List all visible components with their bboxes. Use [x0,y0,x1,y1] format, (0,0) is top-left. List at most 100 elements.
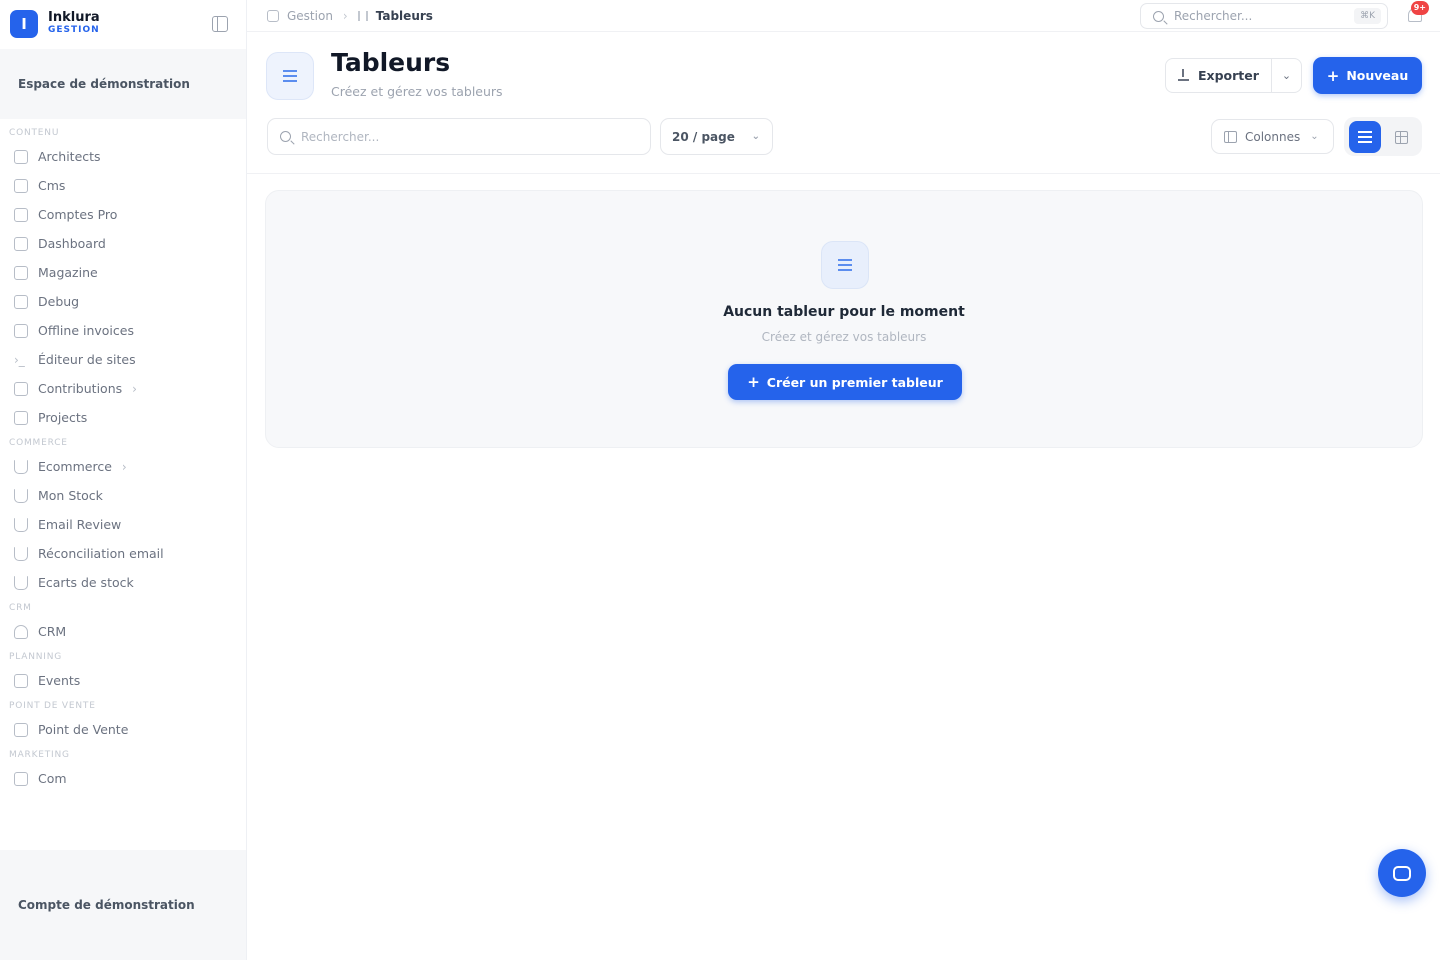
account-switcher[interactable]: Compte de démonstration [0,850,246,960]
sidebar-item[interactable]: ›_ Éditeur de sites [0,345,246,374]
sidebar-item[interactable]: Comptes Pro [0,200,246,229]
sidebar-item[interactable]: CRM [0,617,246,646]
sidebar-section-label: CONTENU [9,128,60,138]
empty-state-subtitle: Créez et gérez vos tableurs [761,330,927,344]
sidebar-item-label: Cms [38,178,66,193]
sidebar-item-label: Point de Vente [38,722,129,737]
search-input[interactable] [301,129,631,144]
sidebar-item[interactable]: Contributions › [0,374,246,403]
table-icon [14,294,28,309]
store-icon [14,722,28,737]
sidebar-item[interactable]: Architects [0,142,246,171]
empty-state-title: Aucun tableur pour le moment [723,304,965,320]
create-first-button[interactable]: + Créer un premier tableur [728,364,962,400]
export-dropdown-button[interactable]: ⌄ [1271,58,1302,93]
sidebar-item[interactable]: Email Review [0,510,246,539]
brand[interactable]: I Inklura GESTION [0,0,246,48]
page-icon [266,52,314,100]
divider [247,173,1440,174]
sidebar-item[interactable]: Magazine [0,258,246,287]
chevron-down-icon: ⌄ [1281,69,1292,82]
sidebar-item[interactable]: Com [0,764,246,793]
sidebar-item[interactable]: Réconciliation email [0,539,246,568]
workspace-switcher[interactable]: Espace de démonstration [0,49,246,119]
export-label: Exporter [1198,68,1259,83]
sidebar-section-label: POINT DE VENTE [9,701,96,711]
table-icon [14,323,28,338]
home-icon[interactable] [267,9,279,22]
sidebar-item[interactable]: Events [0,666,246,695]
sidebar-section-label: MARKETING [9,750,70,760]
list-view-button[interactable] [1349,121,1381,153]
sidebar-section-label: COMMERCE [9,438,68,448]
chat-button[interactable] [1378,849,1426,897]
breadcrumb-root[interactable]: Gestion [287,9,333,23]
sidebar-item-label: Contributions [38,381,123,396]
spreadsheet-icon [357,10,368,21]
page-subtitle: Créez et gérez vos tableurs [331,84,503,99]
search-icon [1153,10,1164,22]
user-icon [14,624,28,639]
topbar: Gestion › Tableurs Rechercher... ⌘K 9+ [247,0,1440,32]
new-label: Nouveau [1346,68,1409,83]
sidebar-item-label: Events [38,673,81,688]
breadcrumb-separator: › [342,8,348,23]
sidebar: I Inklura GESTION Espace de démonstratio… [0,0,247,960]
plus-icon: + [1326,66,1340,85]
sidebar-item-label: Ecommerce [38,459,112,474]
table-icon [14,265,28,280]
global-search-placeholder: Rechercher... [1174,9,1253,23]
table-icon [14,236,28,251]
grid-icon [1394,130,1408,144]
sidebar-item[interactable]: Point de Vente [0,715,246,744]
document-icon [14,149,28,164]
plus-icon: + [747,373,760,391]
brand-subtitle: GESTION [48,25,100,35]
sidebar-item[interactable]: Dashboard [0,229,246,258]
sidebar-collapse-icon[interactable] [212,16,228,32]
table-search[interactable] [267,118,651,155]
shortcut-hint: ⌘K [1354,8,1381,24]
per-page-select[interactable]: 20 / page ⌄ [660,118,773,155]
sidebar-item[interactable]: Ecarts de stock [0,568,246,597]
grid-view-button[interactable] [1385,121,1417,153]
sidebar-item-label: Ecarts de stock [38,575,134,590]
columns-button[interactable]: Colonnes ⌄ [1211,119,1334,154]
sidebar-item[interactable]: Ecommerce › [0,452,246,481]
sidebar-item-label: CRM [38,624,67,639]
sidebar-nav: CONTENU Architects Cms Comptes Pro Dashboard… [0,122,246,793]
cart-icon [14,575,28,590]
list-icon [838,259,852,271]
folder-icon [14,410,28,425]
sidebar-item-label: Architects [38,149,101,164]
sidebar-item-label: Dashboard [38,236,106,251]
list-icon [1358,131,1372,143]
document-icon [14,207,28,222]
sidebar-item[interactable]: Projects [0,403,246,432]
export-group: Exporter ⌄ [1165,58,1302,93]
sidebar-item-label: Com [38,771,67,786]
cart-icon [14,546,28,561]
sidebar-item-label: Email Review [38,517,122,532]
sidebar-section-label: CRM [9,603,32,613]
sidebar-item-label: Projects [38,410,88,425]
new-button[interactable]: + Nouveau [1313,57,1422,94]
global-search[interactable]: Rechercher... ⌘K [1140,3,1388,29]
cart-icon [14,459,28,474]
inbox-icon [14,381,28,396]
notification-badge: 9+ [1410,1,1429,15]
empty-state-icon [821,241,869,289]
sidebar-item[interactable]: Debug [0,287,246,316]
search-icon [280,131,291,142]
sidebar-item[interactable]: Cms [0,171,246,200]
terminal-icon: ›_ [14,352,25,367]
chevron-down-icon: ⌄ [751,131,760,142]
chevron-down-icon: ⌄ [1310,131,1319,142]
download-icon [1178,69,1189,81]
sidebar-item[interactable]: Mon Stock [0,481,246,510]
view-toggle [1344,117,1422,156]
sidebar-item-label: Mon Stock [38,488,103,503]
export-button[interactable]: Exporter [1165,58,1272,93]
page-title: Tableurs [331,48,451,77]
sidebar-item[interactable]: Offline invoices [0,316,246,345]
